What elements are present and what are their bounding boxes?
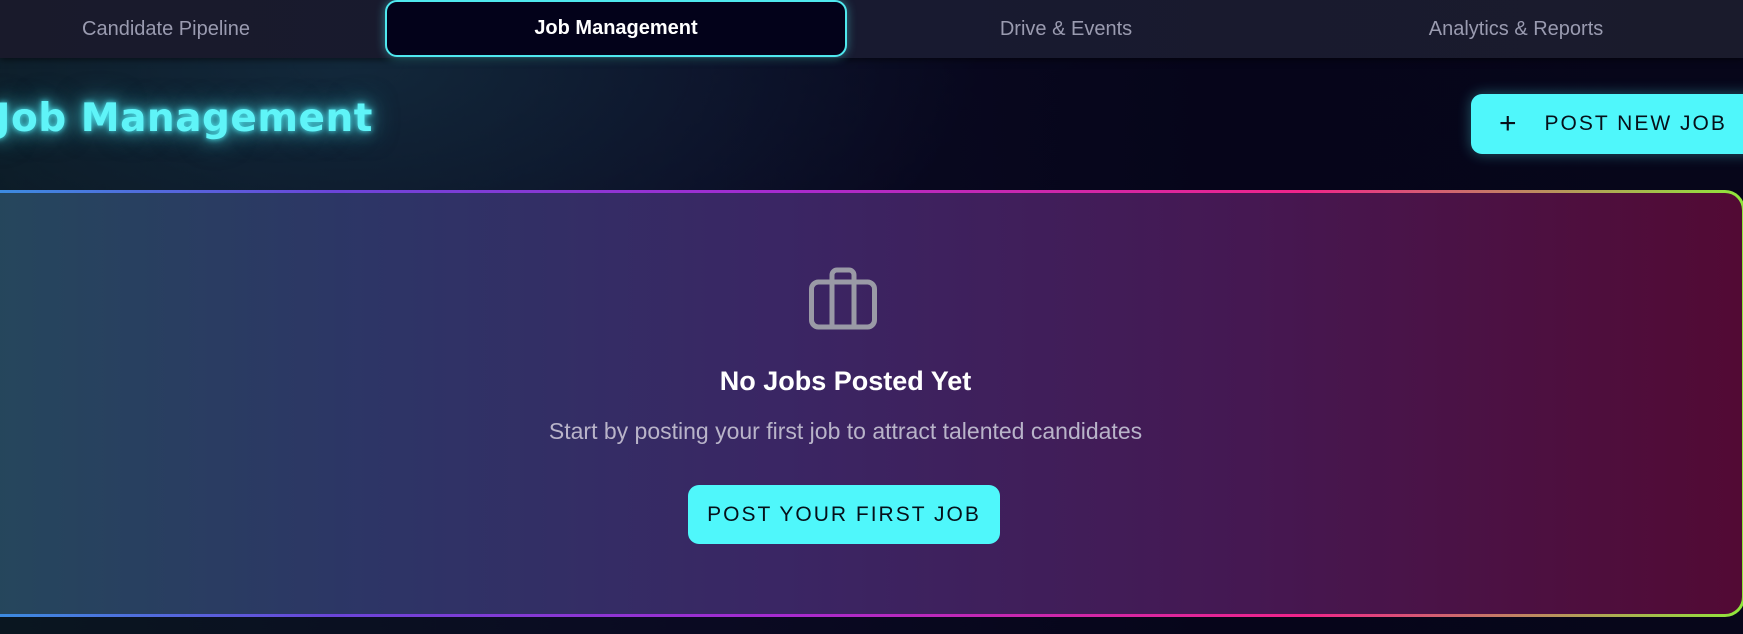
tab-analytics-reports[interactable]: Analytics & Reports — [1320, 0, 1712, 58]
briefcase-icon — [809, 267, 877, 330]
post-new-job-label: POST NEW JOB — [1544, 112, 1727, 135]
empty-state-card: No Jobs Posted Yet Start by posting your… — [0, 190, 1743, 617]
page-title: Job Management — [0, 96, 373, 141]
tab-job-management[interactable]: Job Management — [385, 0, 847, 57]
tab-candidate-pipeline[interactable]: Candidate Pipeline — [0, 0, 332, 58]
tab-drive-events[interactable]: Drive & Events — [870, 0, 1262, 58]
post-first-job-button[interactable]: POST YOUR FIRST JOB — [688, 485, 1000, 544]
empty-state-title: No Jobs Posted Yet — [719, 366, 972, 396]
tab-bar: Candidate Pipeline Job Management Drive … — [0, 0, 1743, 58]
empty-state-panel: No Jobs Posted Yet Start by posting your… — [0, 193, 1742, 614]
post-new-job-button[interactable]: + POST NEW JOB — [1471, 94, 1743, 154]
empty-state-subtitle: Start by posting your first job to attra… — [548, 418, 1143, 444]
plus-icon: + — [1499, 107, 1519, 140]
